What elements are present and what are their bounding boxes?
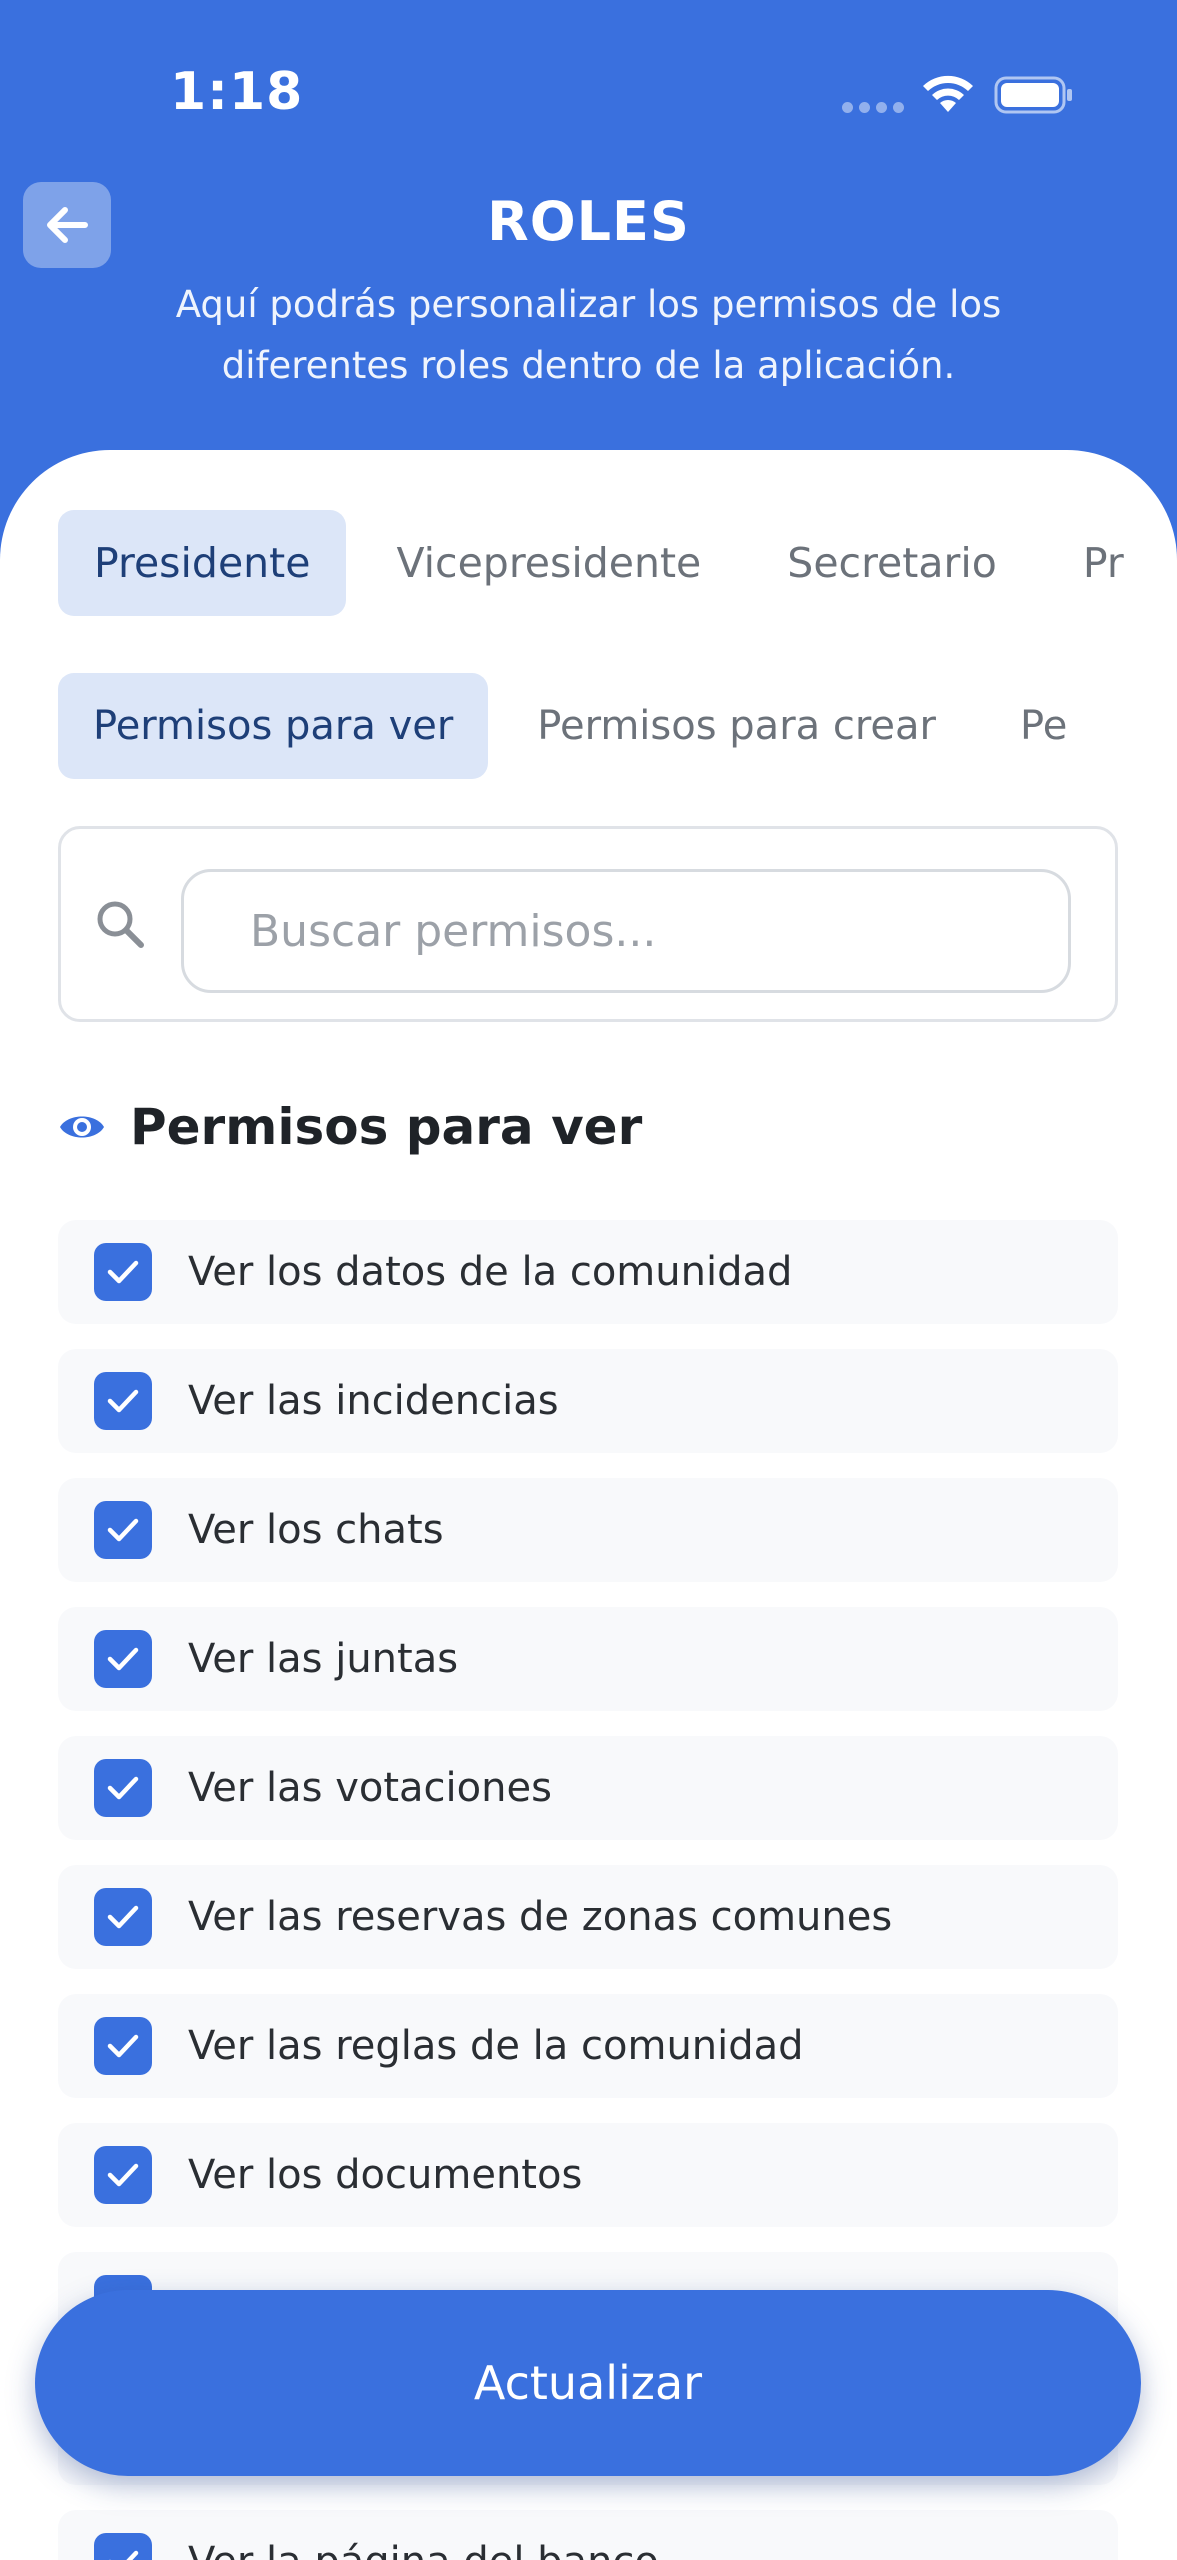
section-heading: Permisos para ver <box>58 1098 642 1156</box>
roles-screen: 1:18 ROLES Aquí podrás personalizar los … <box>0 0 1177 2560</box>
checkbox-checked-icon[interactable] <box>94 2017 152 2075</box>
checkbox-checked-icon[interactable] <box>94 1501 152 1559</box>
cellular-signal-icon <box>842 102 904 113</box>
permission-label: Ver los datos de la comunidad <box>188 1249 793 1295</box>
tab-permisos-crear[interactable]: Permisos para crear <box>502 673 971 779</box>
roles-tab-bar: Presidente Vicepresidente Secretario Pr <box>58 510 1174 616</box>
search-container <box>58 826 1118 1022</box>
checkbox-checked-icon[interactable] <box>94 1888 152 1946</box>
permission-type-tab-bar: Permisos para ver Permisos para crear Pe <box>58 673 1116 779</box>
permission-item[interactable]: Ver las reservas de zonas comunes <box>58 1865 1118 1969</box>
search-icon <box>97 901 144 948</box>
tab-vicepresidente[interactable]: Vicepresidente <box>360 510 737 616</box>
permission-label: Ver las juntas <box>188 1636 459 1682</box>
permission-item[interactable]: Ver las incidencias <box>58 1349 1118 1453</box>
permission-item[interactable]: Ver la página del banco <box>58 2510 1118 2560</box>
checkbox-checked-icon[interactable] <box>94 2146 152 2204</box>
permission-label: Ver las reservas de zonas comunes <box>188 1894 893 1940</box>
checkbox-checked-icon[interactable] <box>94 1759 152 1817</box>
permission-item[interactable]: Ver los chats <box>58 1478 1118 1582</box>
permission-item[interactable]: Ver las juntas <box>58 1607 1118 1711</box>
status-time: 1:18 <box>170 62 304 122</box>
tab-next-role[interactable]: Pr <box>1047 510 1160 616</box>
tab-presidente[interactable]: Presidente <box>58 510 347 616</box>
battery-icon <box>994 76 1072 114</box>
checkbox-checked-icon[interactable] <box>94 2533 152 2560</box>
roles-card: Presidente Vicepresidente Secretario Pr … <box>0 450 1177 2560</box>
permission-label: Ver las incidencias <box>188 1378 559 1424</box>
permission-label: Ver los chats <box>188 1507 444 1553</box>
permission-item[interactable]: Ver las reglas de la comunidad <box>58 1994 1118 2098</box>
permission-label: Ver los documentos <box>188 2152 583 2198</box>
eye-icon <box>60 1116 104 1138</box>
permission-item[interactable]: Ver los datos de la comunidad <box>58 1220 1118 1324</box>
checkbox-checked-icon[interactable] <box>94 1630 152 1688</box>
tab-secretario[interactable]: Secretario <box>751 510 1033 616</box>
tab-permisos-ver[interactable]: Permisos para ver <box>58 673 489 779</box>
tab-permisos-next[interactable]: Pe <box>985 673 1102 779</box>
permission-item[interactable]: Ver los documentos <box>58 2123 1118 2227</box>
section-title: Permisos para ver <box>130 1098 643 1156</box>
page-subtitle: Aquí podrás personalizar los permisos de… <box>175 283 1002 387</box>
checkbox-checked-icon[interactable] <box>94 1243 152 1301</box>
permission-label: Ver la página del banco <box>188 2539 659 2560</box>
search-input[interactable] <box>181 869 1071 993</box>
update-button[interactable]: Actualizar <box>35 2290 1141 2476</box>
checkbox-checked-icon[interactable] <box>94 1372 152 1430</box>
permission-label: Ver las votaciones <box>188 1765 552 1811</box>
wifi-icon <box>923 75 973 112</box>
permission-item[interactable]: Ver las votaciones <box>58 1736 1118 1840</box>
permission-label: Ver las reglas de la comunidad <box>188 2023 804 2069</box>
page-title: ROLES <box>487 190 690 253</box>
